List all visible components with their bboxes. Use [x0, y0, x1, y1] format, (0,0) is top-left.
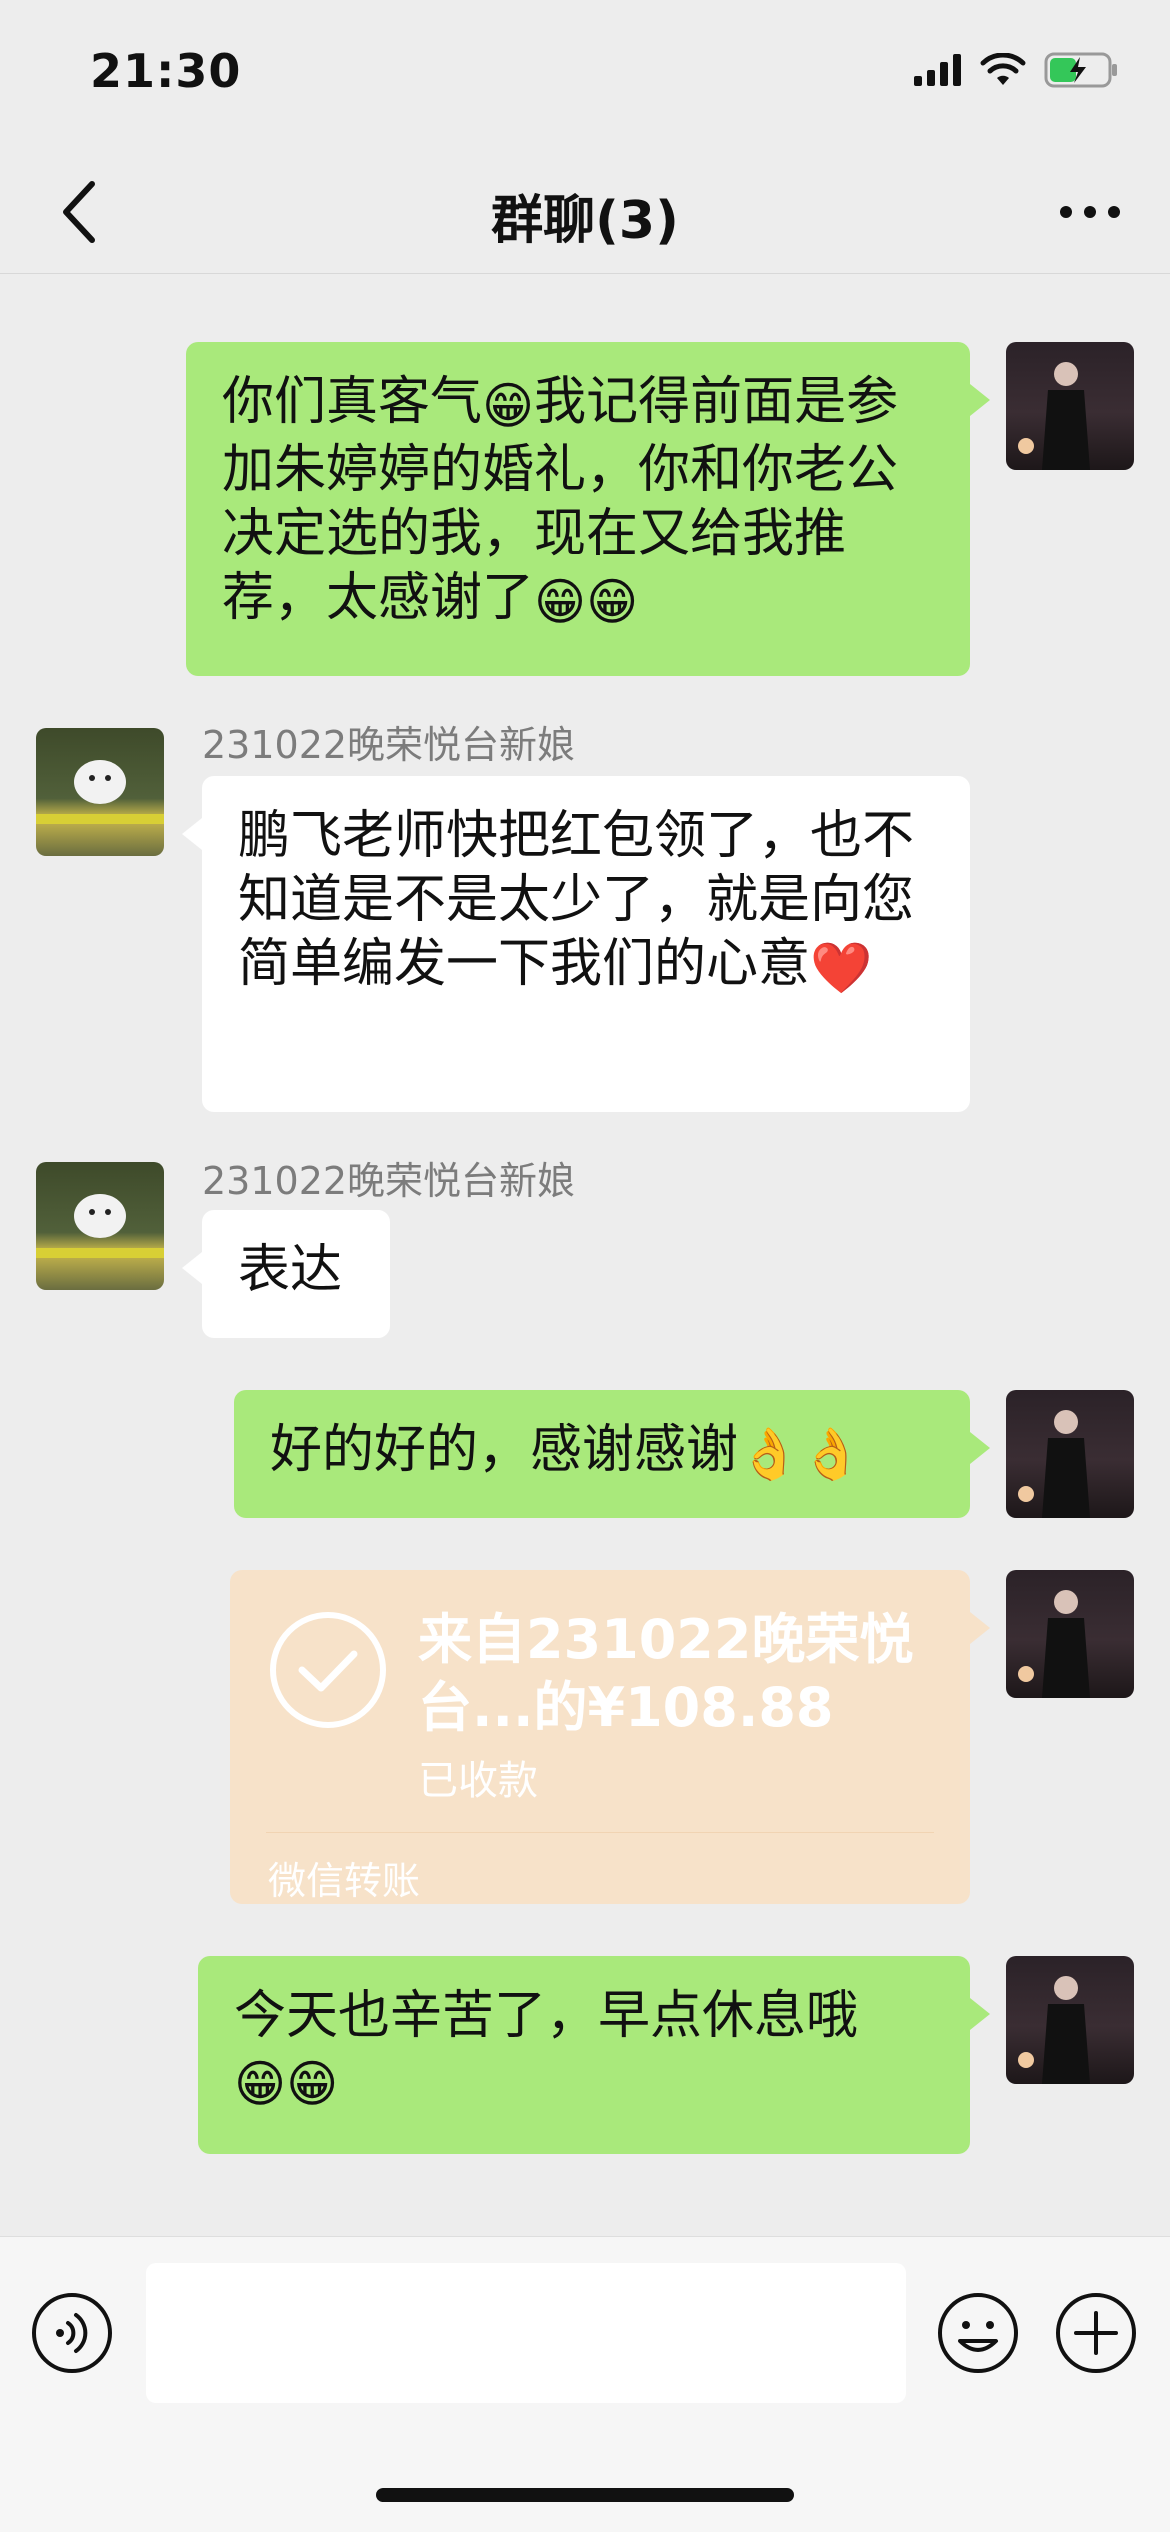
message-text: 你们真客气	[222, 372, 483, 432]
transfer-amount: 来自231022晚荣悦台...的¥108.88	[418, 1608, 914, 1739]
emoji-button[interactable]	[936, 2291, 1020, 2375]
grin-emoji-icon: 😁	[482, 377, 535, 435]
cellular-signal-icon	[914, 54, 961, 86]
message-input[interactable]	[146, 2263, 906, 2403]
transfer-card[interactable]: 来自231022晚荣悦台...的¥108.88 已收款 微信转账	[230, 1570, 990, 1904]
message-bubble[interactable]: 表达	[182, 1210, 390, 1338]
avatar-image	[1018, 1590, 1090, 1698]
bride-avatar[interactable]	[36, 1162, 164, 1290]
sender-name: 231022晚荣悦台新娘	[202, 723, 576, 767]
more-icon	[1060, 206, 1120, 218]
more-button[interactable]	[1050, 172, 1130, 252]
home-indicator	[376, 2488, 794, 2502]
message-bubble[interactable]: 你们真客气😁我记得前面是参加朱婷婷的婚礼，你和你老公决定选的我，现在又给我推荐，…	[186, 342, 990, 676]
bride-avatar[interactable]	[36, 728, 164, 856]
voice-icon	[32, 2293, 112, 2373]
status-time: 21:30	[90, 44, 242, 98]
nav-bar: 群聊(3)	[0, 150, 1170, 274]
message-text: 表达	[238, 1240, 343, 1300]
transfer-status: 已收款	[418, 1758, 538, 1804]
avatar-image	[1018, 362, 1090, 470]
battery-charging-icon	[1044, 52, 1117, 88]
message-text: 好的好的，感谢感谢	[270, 1420, 739, 1480]
message-bubble[interactable]: 鹏飞老师快把红包领了，也不知道是不是太少了，就是向您简单编发一下我们的心意❤️	[182, 776, 970, 1112]
message-bubble[interactable]: 好的好的，感谢感谢👌👌	[234, 1390, 990, 1518]
my-avatar[interactable]	[1006, 1390, 1134, 1518]
avatar-image	[36, 1194, 164, 1258]
status-icons	[914, 52, 1120, 88]
heart-emoji-icon: ❤️	[810, 939, 873, 997]
my-avatar[interactable]	[1006, 342, 1134, 470]
wifi-icon	[980, 53, 1026, 85]
voice-button[interactable]	[30, 2291, 114, 2375]
grin-emoji-icon: 😁😁	[534, 573, 639, 631]
smiley-icon	[938, 2293, 1018, 2373]
avatar-image	[1018, 1976, 1090, 2084]
avatar-image	[36, 760, 164, 824]
check-circle-icon	[270, 1612, 386, 1728]
page-title: 群聊(3)	[491, 191, 679, 251]
transfer-footer: 微信转账	[268, 1859, 421, 1903]
sender-name: 231022晚荣悦台新娘	[202, 1159, 576, 1203]
my-avatar[interactable]	[1006, 1956, 1134, 2084]
more-actions-button[interactable]	[1054, 2291, 1138, 2375]
chat-messages: 你们真客气😁我记得前面是参加朱婷婷的婚礼，你和你老公决定选的我，现在又给我推荐，…	[0, 274, 1170, 2236]
plus-icon	[1056, 2293, 1136, 2373]
message-bubble[interactable]: 今天也辛苦了，早点休息哦 😁😁	[198, 1956, 990, 2154]
my-avatar[interactable]	[1006, 1570, 1134, 1698]
message-text: 今天也辛苦了，早点休息哦	[234, 1986, 859, 2046]
ok-hand-emoji-icon: 👌👌	[738, 1425, 863, 1483]
grin-emoji-icon: 😁😁	[234, 2055, 339, 2113]
status-bar: 21:30	[0, 0, 1170, 150]
divider	[266, 1832, 934, 1833]
avatar-image	[1018, 1410, 1090, 1518]
